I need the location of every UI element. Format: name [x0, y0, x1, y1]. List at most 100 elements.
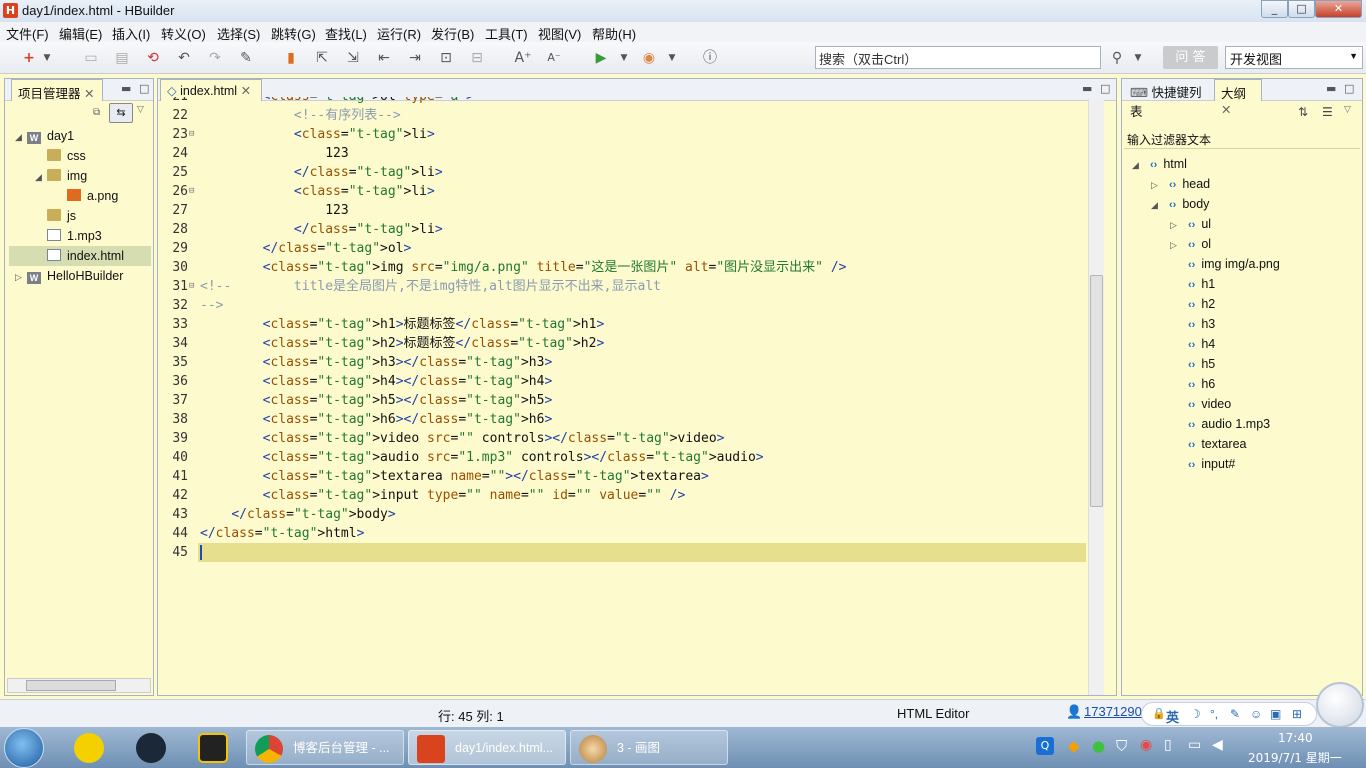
- horizontal-scrollbar[interactable]: [7, 678, 151, 693]
- wechat-icon[interactable]: ●: [1092, 737, 1105, 755]
- minimize-panel-icon[interactable]: ▬: [121, 82, 131, 95]
- revert-icon[interactable]: ⟲: [144, 50, 162, 66]
- volume-icon[interactable]: ◀: [1212, 737, 1223, 753]
- editor-vertical-scrollbar[interactable]: [1088, 99, 1104, 695]
- outline-item[interactable]: ▷ ‹› head: [1151, 174, 1210, 194]
- menu-run[interactable]: 运行(R): [377, 24, 421, 43]
- expand-caret-icon[interactable]: ▷: [1170, 235, 1182, 255]
- clock-time[interactable]: 17:40: [1278, 731, 1313, 745]
- jump-icon[interactable]: ⇲: [344, 50, 362, 66]
- menu-goto[interactable]: 跳转(G): [271, 24, 316, 43]
- menu-file[interactable]: 文件(F): [6, 24, 49, 43]
- music-app-icon[interactable]: [74, 733, 104, 763]
- help-icon[interactable]: ⓘ: [701, 50, 719, 66]
- expand-caret-icon[interactable]: ◢: [35, 167, 47, 187]
- project-tree-item[interactable]: ◢ Wday1: [15, 126, 74, 146]
- undo-icon[interactable]: ↶: [175, 50, 193, 66]
- tab-shortcuts[interactable]: ⌨ 快捷键列表: [1124, 79, 1212, 119]
- outline-item[interactable]: ‹› h2: [1170, 294, 1215, 314]
- uncomment-icon[interactable]: ⊟: [468, 50, 486, 66]
- link-editor-icon[interactable]: ⇆: [109, 103, 133, 123]
- clock-date[interactable]: 2019/7/1 星期一: [1248, 749, 1342, 766]
- punctuation-icon[interactable]: °,: [1210, 707, 1218, 721]
- project-tree-item[interactable]: index.html: [9, 246, 151, 266]
- menu-help[interactable]: 帮助(H): [592, 24, 636, 43]
- maximize-panel-icon[interactable]: □: [139, 82, 149, 95]
- ime-toolbar[interactable]: 🔒 英 ☽ °, ✎ ☺ ▣ ⊞: [1141, 702, 1317, 726]
- maximize-button[interactable]: □: [1288, 0, 1315, 18]
- format-icon[interactable]: ✎: [237, 50, 255, 66]
- close-icon[interactable]: ✕: [241, 84, 251, 98]
- run-icon[interactable]: ▶: [592, 50, 610, 66]
- menu-tools[interactable]: 工具(T): [485, 24, 528, 43]
- next-icon[interactable]: ⇥: [406, 50, 424, 66]
- fold-icon[interactable]: ⊟: [189, 125, 194, 144]
- taskbar-item-paint[interactable]: 3 - 画图: [570, 730, 728, 765]
- search-dropdown-icon[interactable]: ▼: [1129, 50, 1147, 66]
- list-icon[interactable]: ☰: [1322, 105, 1333, 119]
- close-icon[interactable]: ✕: [84, 87, 94, 101]
- tray-app-icon[interactable]: ◆: [1068, 737, 1080, 755]
- expand-caret-icon[interactable]: ◢: [1132, 155, 1144, 175]
- maximize-editor-icon[interactable]: □: [1100, 82, 1110, 95]
- expand-caret-icon[interactable]: ◢: [1151, 195, 1163, 215]
- outline-item[interactable]: ‹› h6: [1170, 374, 1215, 394]
- taskbar-item-chrome[interactable]: 博客后台管理 - ...: [246, 730, 404, 765]
- outline-item[interactable]: ◢ ‹› body: [1151, 194, 1209, 214]
- wrench-icon[interactable]: ✎: [1230, 707, 1240, 721]
- save-icon[interactable]: ▭: [82, 50, 100, 66]
- outline-item[interactable]: ‹› textarea: [1170, 434, 1247, 454]
- browser-icon[interactable]: ◉: [640, 50, 658, 66]
- font-increase-icon[interactable]: A⁺: [514, 50, 532, 66]
- tab-outline[interactable]: 大纲 ✕: [1214, 79, 1262, 117]
- minimize-editor-icon[interactable]: ▬: [1082, 82, 1092, 95]
- maximize-panel-icon[interactable]: □: [1344, 82, 1354, 95]
- game-launcher-icon[interactable]: [198, 733, 228, 763]
- menu-find[interactable]: 查找(L): [325, 24, 367, 43]
- emoji-icon[interactable]: ☺: [1250, 707, 1262, 721]
- expand-caret-icon[interactable]: ▷: [1151, 175, 1163, 195]
- expand-caret-icon[interactable]: ◢: [15, 127, 27, 147]
- menu-view[interactable]: 视图(V): [538, 24, 581, 43]
- browser-dropdown-icon[interactable]: ▼: [663, 50, 681, 66]
- ime-language[interactable]: 英: [1166, 707, 1179, 726]
- save-all-icon[interactable]: ▤: [113, 50, 131, 66]
- project-tree-item[interactable]: ◢ img: [35, 166, 87, 186]
- menu-edit[interactable]: 编辑(E): [59, 24, 102, 43]
- menu-select[interactable]: 选择(S): [217, 24, 260, 43]
- project-tree-item[interactable]: css: [35, 146, 86, 166]
- outline-item[interactable]: ◢ ‹› html: [1132, 154, 1187, 174]
- scrollbar-thumb[interactable]: [26, 680, 116, 691]
- project-tree-item[interactable]: ▷ W HelloHBuilder: [15, 266, 123, 286]
- taskbar-item-hbuilder[interactable]: day1/index.html...: [408, 730, 566, 765]
- menu-insert[interactable]: 插入(I): [112, 24, 150, 43]
- new-icon[interactable]: +: [20, 50, 38, 66]
- outline-item[interactable]: ‹› input#: [1170, 454, 1235, 474]
- minimize-button[interactable]: _: [1261, 0, 1288, 18]
- lock-icon[interactable]: 🔒: [1152, 707, 1166, 720]
- outline-item[interactable]: ‹› h5: [1170, 354, 1215, 374]
- project-tree-item[interactable]: a.png: [55, 186, 118, 206]
- outline-item[interactable]: ‹› img img/a.png: [1170, 254, 1280, 274]
- shield-icon[interactable]: ⛉: [1116, 737, 1127, 755]
- network-icon[interactable]: ▭: [1188, 737, 1201, 753]
- user-link[interactable]: 17371290: [1084, 704, 1142, 719]
- start-button[interactable]: [4, 728, 44, 768]
- view-select[interactable]: 开发视图 ▼: [1225, 46, 1363, 69]
- outline-item[interactable]: ‹› h3: [1170, 314, 1215, 334]
- tab-project-explorer[interactable]: 项目管理器 ✕: [11, 79, 103, 101]
- new-dropdown-icon[interactable]: ▼: [38, 50, 56, 66]
- view-menu-icon[interactable]: ▽: [1344, 105, 1351, 115]
- security-icon[interactable]: ◉: [1140, 737, 1152, 753]
- close-icon[interactable]: ✕: [1221, 103, 1231, 117]
- outline-filter-input[interactable]: 输入过滤器文本: [1124, 129, 1360, 149]
- goto-icon[interactable]: ⇱: [313, 50, 331, 66]
- minimize-panel-icon[interactable]: ▬: [1326, 82, 1336, 95]
- comment-icon[interactable]: ⊡: [437, 50, 455, 66]
- bookmark-icon[interactable]: ▮: [282, 50, 300, 66]
- device-icon[interactable]: ▯: [1164, 737, 1172, 753]
- qq-icon[interactable]: Q: [1036, 737, 1054, 755]
- ime-assistant-avatar[interactable]: [1316, 682, 1364, 728]
- fold-icon[interactable]: ⊟: [189, 182, 194, 201]
- expand-caret-icon[interactable]: ▷: [1170, 215, 1182, 235]
